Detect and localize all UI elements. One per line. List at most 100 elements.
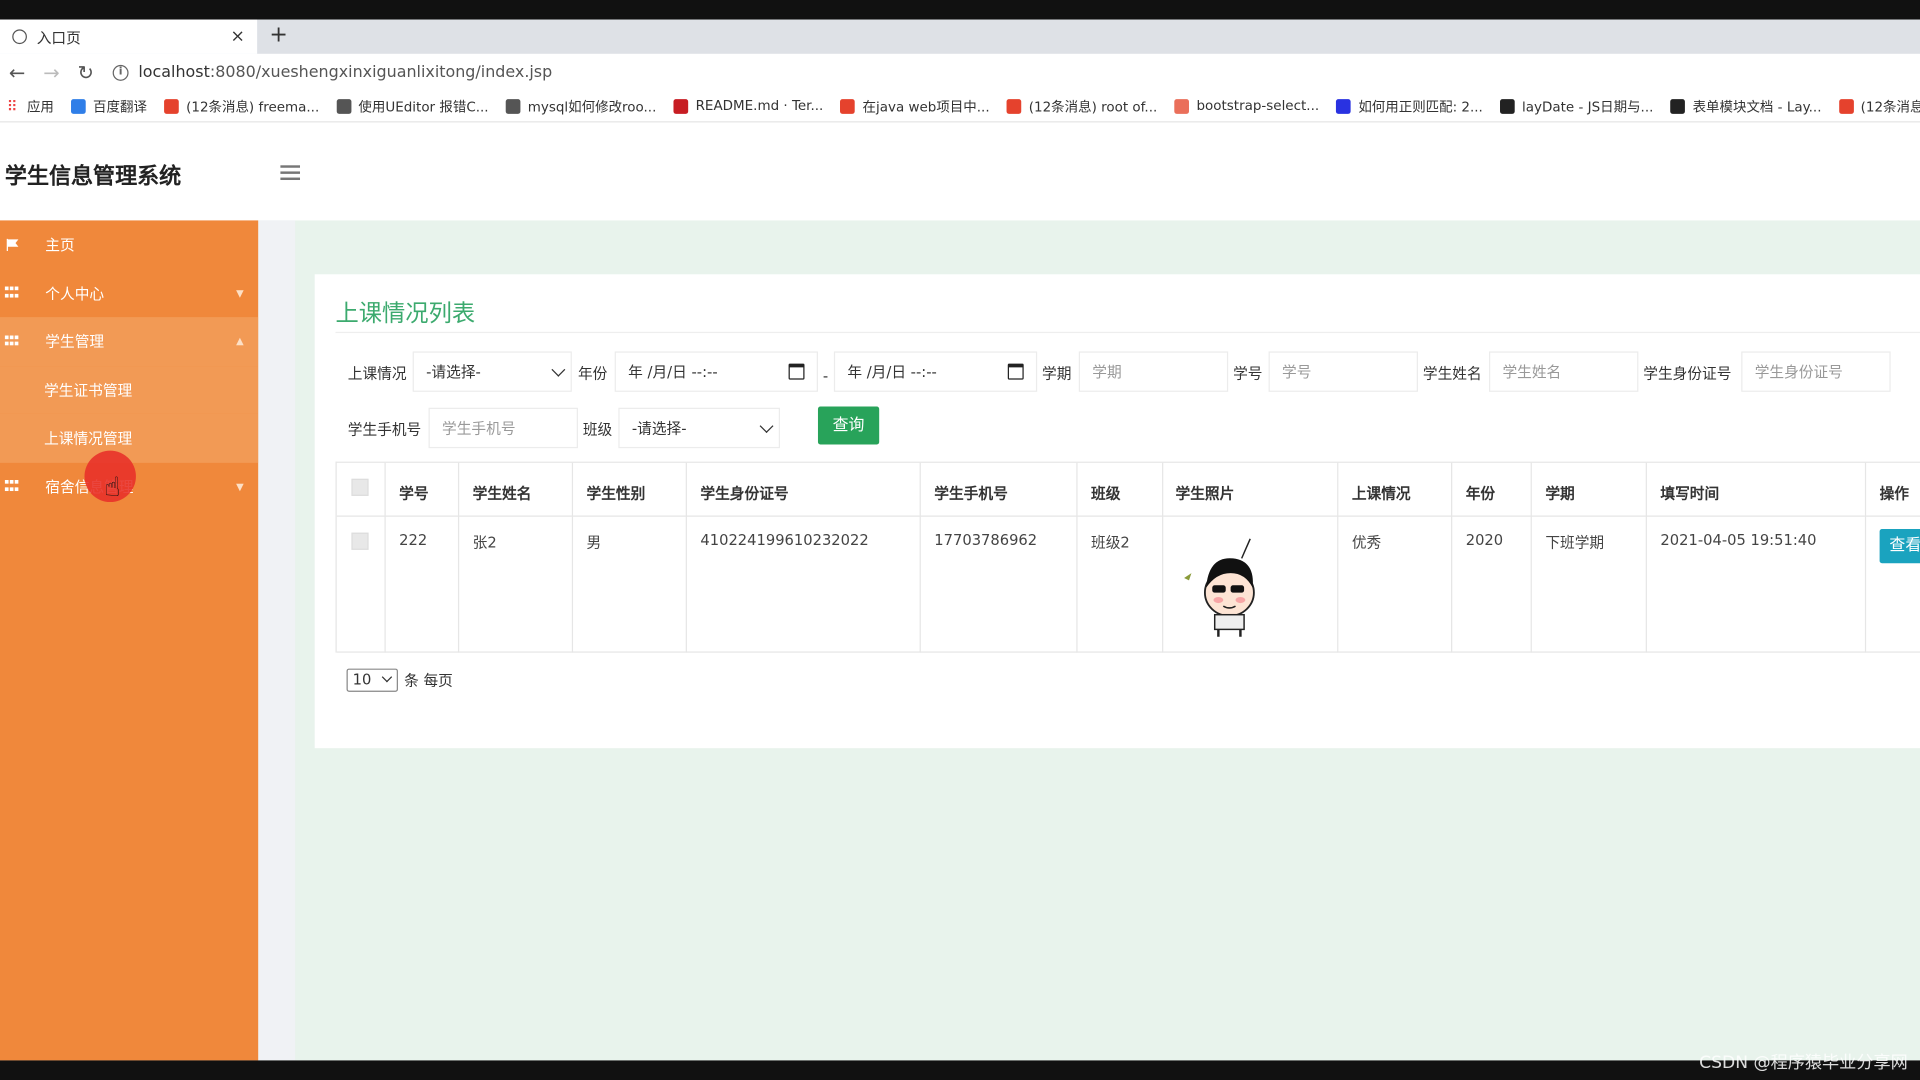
bookmark-label: (12条消息	[1860, 98, 1920, 115]
class-select[interactable]: -请选择-	[618, 407, 781, 449]
jianshu-icon	[1174, 98, 1190, 114]
sidebar-item-student-mgmt[interactable]: 学生管理 ▲	[0, 317, 259, 366]
bookmark-label: (12条消息) freema...	[186, 98, 320, 115]
bookmark-item[interactable]: README.md · Ter...	[673, 98, 823, 114]
chevron-down-icon	[759, 419, 774, 434]
bookmark-label: 如何用正则匹配: 2...	[1358, 98, 1483, 115]
bookmark-item[interactable]: (12条消息	[1838, 96, 1920, 116]
chevron-down-icon	[381, 671, 393, 683]
bookmark-label: mysql如何修改roo...	[527, 98, 657, 115]
header-action: 操作	[1879, 484, 1910, 503]
bookmark-item[interactable]: mysql如何修改roo...	[505, 96, 657, 116]
watermark: CSDN @程序猿毕业分享网	[1699, 1053, 1908, 1073]
grid-icon	[4, 335, 20, 347]
student-no-input[interactable]: 学号	[1268, 351, 1418, 392]
sidebar-subitem-attendance[interactable]: 上课情况管理	[0, 413, 259, 463]
bookmark-item[interactable]: 在java web项目中...	[840, 96, 990, 116]
app-title: 学生信息管理系统	[4, 164, 182, 190]
header-phone[interactable]: 学生手机号	[934, 482, 1007, 503]
tab-close-button[interactable]: ×	[231, 27, 245, 47]
page-size-select[interactable]: 10	[346, 668, 398, 692]
bookmark-item[interactable]: 表单模块文档 - Lay...	[1670, 96, 1822, 116]
term-label: 学期	[1042, 364, 1072, 383]
layui-icon	[1499, 98, 1515, 114]
calendar-icon[interactable]	[1007, 363, 1024, 380]
header-term[interactable]: 学期	[1545, 482, 1574, 503]
browser-tab[interactable]: 入口页 ×	[0, 19, 258, 54]
bookmark-item[interactable]: 如何用正则匹配: 2...	[1336, 96, 1483, 116]
hand-cursor-icon: ☝	[104, 472, 121, 504]
ueditor-icon	[336, 98, 352, 114]
view-button[interactable]: 查看	[1879, 528, 1920, 564]
chevron-down-icon: ▼	[236, 287, 244, 299]
info-icon[interactable]: i	[112, 64, 129, 81]
bookmark-label: (12条消息) root of...	[1028, 98, 1158, 115]
year-start-date[interactable]: 年 /月/日 --:--	[614, 351, 818, 392]
cell-filled-time: 2021-04-05 19:51:40	[1660, 531, 1817, 549]
bookmark-label: 在java web项目中...	[862, 98, 990, 115]
select-all-checkbox[interactable]	[351, 478, 369, 496]
class-label: 班级	[582, 421, 613, 439]
sidebar-item-label: 学生管理	[45, 333, 105, 351]
bookmark-item[interactable]: ⠿ 应用	[5, 96, 54, 116]
csdn-icon	[1006, 98, 1022, 114]
csdn-icon	[164, 98, 179, 114]
menu-toggle-icon[interactable]	[280, 165, 301, 182]
header-photo[interactable]: 学生照片	[1176, 482, 1235, 503]
page-title: 上课情况列表	[335, 300, 476, 327]
sidebar-subitem-certificate[interactable]: 学生证书管理	[0, 365, 259, 414]
sidebar-item-home[interactable]: 主页	[0, 220, 258, 268]
sidebar-item-personal[interactable]: 个人中心 ▼	[0, 269, 258, 317]
header-year[interactable]: 年份	[1466, 482, 1495, 503]
student-photo	[1174, 528, 1285, 640]
bookmark-item[interactable]: (12条消息) root of...	[1006, 96, 1158, 116]
bookmark-item[interactable]: layDate - JS日期与...	[1499, 96, 1653, 116]
gitee-icon	[673, 98, 689, 114]
chevron-down-icon	[551, 362, 566, 377]
cell-name: 张2	[472, 533, 497, 552]
apps-grid-icon: ⠿	[6, 97, 18, 115]
csdn-icon	[1838, 98, 1854, 114]
cell-phone: 17703786962	[934, 531, 1038, 549]
header-student-no[interactable]: 学号	[399, 482, 428, 503]
phone-input[interactable]: 学生手机号	[428, 407, 578, 449]
student-no-label: 学号	[1233, 364, 1263, 383]
header-idcard[interactable]: 学生身份证号	[700, 482, 788, 503]
cell-term: 下班学期	[1545, 533, 1605, 552]
bookmark-item[interactable]: 使用UEditor 报错C...	[336, 96, 489, 116]
year-label: 年份	[577, 364, 608, 383]
term-input[interactable]: 学期	[1078, 351, 1229, 392]
header-attendance[interactable]: 上课情况	[1352, 482, 1411, 503]
name-input[interactable]: 学生姓名	[1488, 351, 1639, 392]
attendance-select[interactable]: -请选择-	[412, 351, 572, 392]
address-bar[interactable]: i localhost:8080/xueshengxinxiguanlixito…	[112, 63, 552, 81]
bookmark-label: 表单模块文档 - Lay...	[1692, 98, 1822, 115]
year-end-date[interactable]: 年 /月/日 --:--	[833, 351, 1038, 392]
browser-toolbar: ← → ↻ i localhost:8080/xueshengxinxiguan…	[0, 53, 1920, 91]
bookmark-item[interactable]: 百度翻译	[71, 96, 147, 116]
forward-icon[interactable]: →	[34, 61, 68, 84]
bookmark-label: 百度翻译	[93, 98, 147, 115]
chevron-up-icon: ▲	[236, 335, 244, 347]
layui-icon	[1670, 98, 1686, 114]
reload-icon[interactable]: ↻	[69, 61, 103, 84]
header-class[interactable]: 班级	[1091, 482, 1120, 503]
calendar-icon[interactable]	[788, 363, 805, 380]
idcard-input[interactable]: 学生身份证号	[1741, 351, 1891, 392]
new-tab-button[interactable]: +	[269, 22, 287, 48]
bookmark-item[interactable]: (12条消息) freema...	[164, 96, 319, 116]
header-name[interactable]: 学生姓名	[473, 482, 532, 503]
cell-gender: 男	[586, 533, 602, 552]
app-header: 学生信息管理系统	[0, 123, 1920, 221]
row-checkbox[interactable]	[351, 532, 369, 550]
back-icon[interactable]: ←	[0, 61, 34, 84]
sidebar-item-label: 个人中心	[45, 285, 105, 303]
sidebar-item-label: 主页	[45, 236, 75, 254]
header-gender[interactable]: 学生性别	[587, 482, 646, 503]
screen-bottom-strip	[0, 1060, 1920, 1080]
bookmark-item[interactable]: bootstrap-select...	[1174, 98, 1319, 114]
header-filled-time[interactable]: 填写时间	[1660, 482, 1719, 503]
attendance-label: 上课情况	[347, 364, 407, 383]
query-button[interactable]: 查询	[817, 406, 880, 445]
name-label: 学生姓名	[1422, 364, 1482, 383]
